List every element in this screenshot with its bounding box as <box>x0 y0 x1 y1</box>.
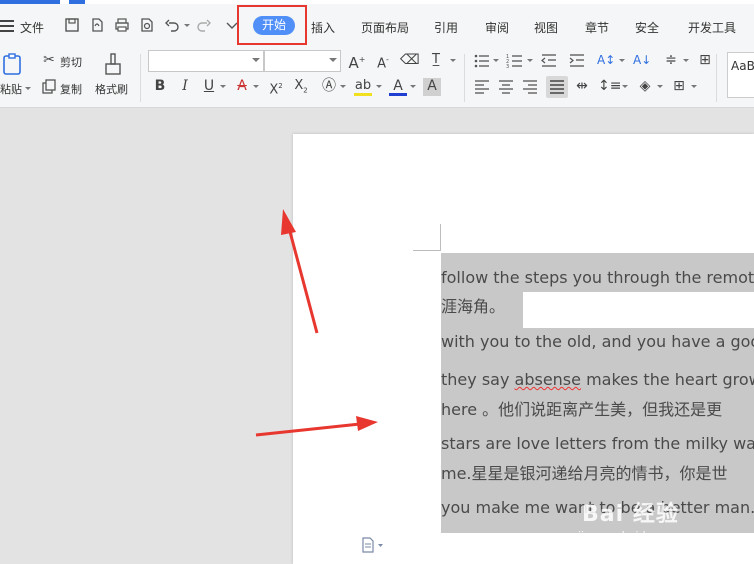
divider <box>464 54 465 102</box>
cut-button[interactable]: 剪切 <box>60 54 82 70</box>
tab-review[interactable]: 审阅 <box>485 19 509 36</box>
text-direction-icon[interactable]: A↕ <box>597 52 615 70</box>
paste-button[interactable]: 粘贴 <box>0 81 22 97</box>
font-name-select[interactable] <box>148 50 264 72</box>
undo-icon[interactable] <box>164 17 180 33</box>
chevron-down-icon[interactable] <box>619 59 625 62</box>
selection-gap <box>523 292 754 328</box>
line-spacing-icon[interactable]: ↕≡ <box>598 78 621 96</box>
chevron-down-icon[interactable] <box>493 59 499 62</box>
watermark-logo: Bai 经验 <box>582 502 679 527</box>
redo-icon[interactable] <box>196 17 212 33</box>
app-tab-indicator[interactable] <box>0 0 60 4</box>
paragraph-line[interactable]: stars are love letters from the milky wa… <box>441 434 754 453</box>
sort-icon[interactable]: A↓ <box>633 52 651 70</box>
grow-font-icon[interactable]: A+ <box>348 52 366 71</box>
style-gallery[interactable]: AaBbCcDd <box>727 52 754 98</box>
phonetic-guide-icon[interactable]: T̲ <box>427 52 445 70</box>
superscript-icon[interactable]: X2 <box>267 78 285 97</box>
subscript-icon[interactable]: X2 <box>292 78 310 96</box>
svg-text:3: 3 <box>506 64 509 70</box>
font-size-select[interactable] <box>264 50 341 72</box>
cut-icon[interactable]: ✂ <box>40 52 58 70</box>
margin-corner-mark <box>413 250 441 251</box>
export-pdf-icon[interactable] <box>89 17 105 33</box>
tab-view[interactable]: 视图 <box>534 19 558 36</box>
paragraph-line[interactable]: here 。他们说距离产生美，但我还是更 <box>441 396 722 420</box>
chevron-down-icon[interactable] <box>376 85 382 88</box>
doc-tab-indicator[interactable] <box>69 0 85 4</box>
decrease-indent-icon[interactable] <box>540 52 558 70</box>
text-effect-icon[interactable]: Ⓐ <box>320 78 338 96</box>
shading-icon[interactable]: ◈ <box>636 78 654 96</box>
distributed-icon[interactable]: ⇹ <box>573 78 591 96</box>
paragraph-line[interactable]: 涯海角。 <box>441 293 505 317</box>
chevron-down-icon <box>329 58 337 62</box>
undo-dropdown-icon[interactable] <box>184 24 190 27</box>
italic-icon[interactable]: I <box>176 78 194 96</box>
tab-security[interactable]: 安全 <box>635 19 659 36</box>
shrink-font-icon[interactable]: A- <box>374 52 392 71</box>
clear-format-icon[interactable]: ⌫ <box>400 52 420 70</box>
misspelled-word[interactable]: absense <box>515 370 581 389</box>
chevron-down-icon[interactable] <box>253 85 259 88</box>
chevron-down-icon[interactable] <box>450 59 456 62</box>
tab-references[interactable]: 引用 <box>434 19 458 36</box>
title-strip <box>0 0 754 4</box>
highlight-color-icon[interactable]: ab <box>354 78 372 96</box>
tab-developer[interactable]: 开发工具 <box>688 19 736 36</box>
paragraph-line[interactable]: follow the steps you through the remote <box>441 268 754 287</box>
chevron-down-icon[interactable] <box>527 59 533 62</box>
strikethrough-icon[interactable]: A <box>233 78 251 96</box>
numbering-icon[interactable]: 1 2 3 <box>506 52 524 70</box>
highlight-box: 开始 <box>237 5 307 45</box>
font-color-icon[interactable]: A <box>389 78 407 96</box>
align-left-icon[interactable] <box>473 78 491 96</box>
tab-section[interactable]: 章节 <box>585 19 609 36</box>
chevron-down-icon[interactable] <box>683 59 689 62</box>
paste-dropdown-icon[interactable] <box>25 87 31 90</box>
chevron-down-icon <box>252 58 260 62</box>
menu-bar: 文件 开始 插入 页面布局 引用 审阅 视图 章节 安全 开发工具 <box>0 0 754 50</box>
bullets-icon[interactable] <box>473 52 491 70</box>
format-painter-button[interactable]: 格式刷 <box>95 81 128 97</box>
chevron-down-icon[interactable] <box>691 85 697 88</box>
format-painter-icon[interactable] <box>102 52 124 76</box>
align-right-icon[interactable] <box>521 78 539 96</box>
print-icon[interactable] <box>114 17 130 33</box>
show-hide-marks-icon[interactable]: ⊞ <box>696 52 714 70</box>
save-icon[interactable] <box>64 17 80 33</box>
divider <box>140 54 141 102</box>
tab-insert[interactable]: 插入 <box>311 19 335 36</box>
increase-indent-icon[interactable] <box>568 52 586 70</box>
chevron-down-icon[interactable] <box>622 85 628 88</box>
copy-button[interactable]: 复制 <box>60 81 82 97</box>
copy-icon[interactable] <box>41 79 57 95</box>
print-preview-icon[interactable] <box>139 17 155 33</box>
chevron-down-icon[interactable] <box>410 85 416 88</box>
ribbon-toolbar: 粘贴 ✂ 剪切 复制 格式刷 A+ A- ⌫ T̲ B I U A X2 X2 … <box>0 50 754 108</box>
tab-home[interactable]: 开始 <box>253 16 295 35</box>
chevron-down-icon[interactable] <box>657 85 663 88</box>
justify-icon[interactable] <box>546 76 568 98</box>
borders-icon[interactable]: ⊞ <box>670 78 688 96</box>
chevron-down-icon[interactable] <box>340 85 346 88</box>
paste-icon[interactable] <box>1 52 25 76</box>
underline-icon[interactable]: U <box>200 78 218 96</box>
page-layout-icon[interactable] <box>361 537 385 553</box>
watermark-url: jingyan.baidu.com <box>578 529 680 542</box>
chevron-down-icon[interactable] <box>220 85 226 88</box>
divider <box>716 54 717 102</box>
paragraph-line[interactable]: me.星星是银河递给月亮的情书，你是世 <box>441 460 728 484</box>
margin-corner-mark <box>440 224 441 251</box>
tab-page-layout[interactable]: 页面布局 <box>361 19 409 36</box>
align-center-icon[interactable] <box>497 78 515 96</box>
file-menu[interactable]: 文件 <box>20 19 44 36</box>
paragraph-line[interactable]: they say absense makes the heart grow <box>441 370 754 389</box>
bold-icon[interactable]: B <box>151 78 169 96</box>
asian-layout-icon[interactable]: ≑ <box>662 52 680 70</box>
paragraph-line[interactable]: with you to the old, and you have a goo <box>441 332 754 351</box>
character-shading-icon[interactable]: A <box>423 78 441 96</box>
menu-icon[interactable] <box>0 20 14 32</box>
